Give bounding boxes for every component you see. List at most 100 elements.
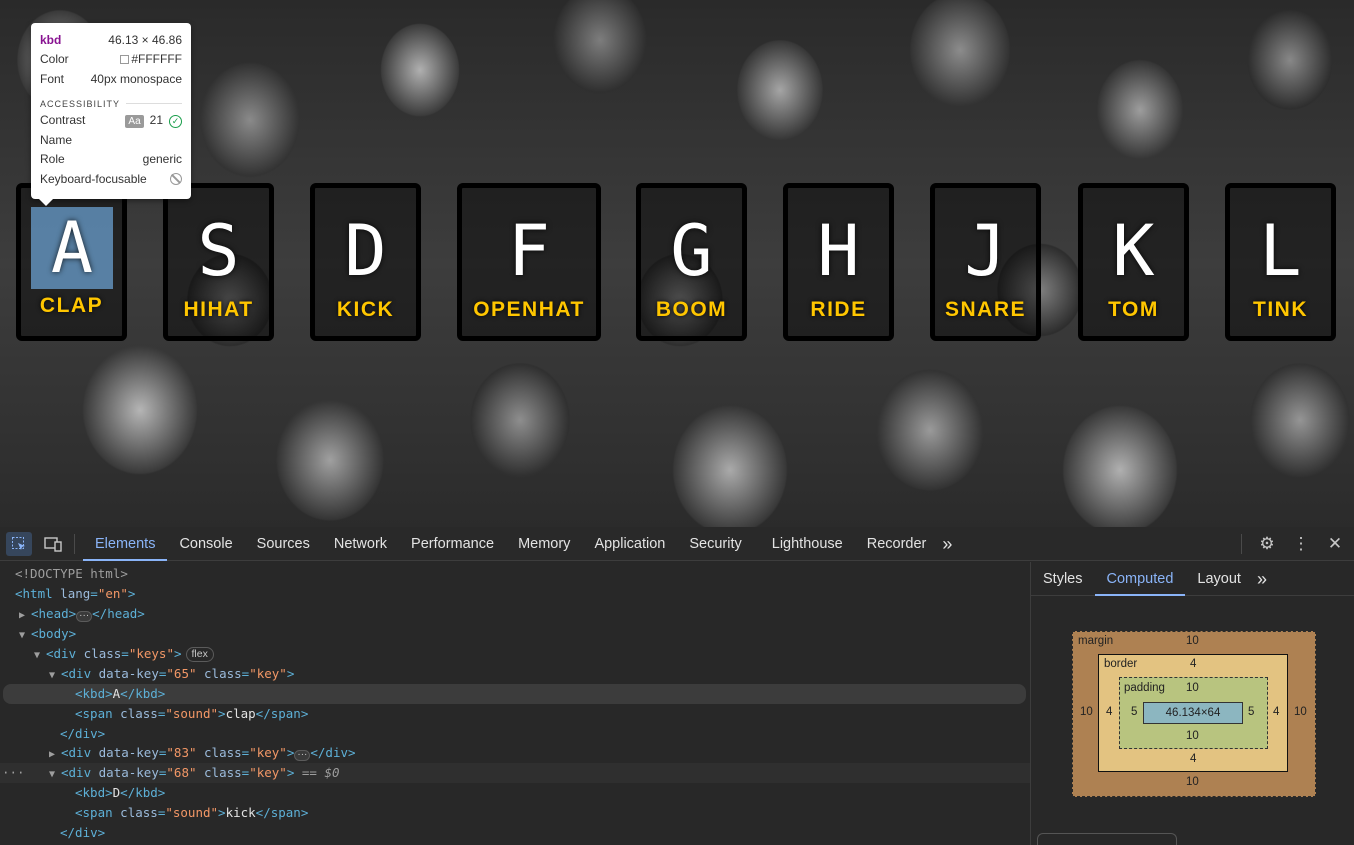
key-clap[interactable]: A clap [16, 183, 127, 341]
tag-text: </head> [92, 606, 145, 621]
attr-value: "en" [97, 586, 128, 601]
attr-name: lang [60, 586, 91, 601]
collapse-arrow-icon[interactable]: ▼ [19, 626, 31, 646]
tab-computed[interactable]: Computed [1094, 562, 1186, 596]
dom-line-div-close[interactable]: </div> [0, 823, 1030, 843]
tab-elements[interactable]: Elements [83, 527, 168, 561]
key-ride[interactable]: H ride [783, 183, 894, 341]
dom-line-span-kick[interactable]: <span class="sound">kick</span> [0, 803, 1030, 823]
close-icon[interactable]: ✕ [1322, 532, 1348, 556]
border-top-value[interactable]: 4 [1190, 658, 1196, 670]
tag-text: <body> [31, 626, 77, 641]
tab-recorder[interactable]: Recorder [855, 527, 939, 561]
tag-text: <div [61, 745, 92, 760]
dom-line-kbd-d[interactable]: <kbd>D</kbd> [0, 783, 1030, 803]
dom-line-doctype[interactable]: <!DOCTYPE html> [0, 564, 1030, 584]
tag-text: </div> [60, 726, 106, 741]
key-letter: F [507, 210, 551, 292]
padding-left-value[interactable]: 5 [1131, 706, 1137, 718]
dom-line-html[interactable]: <html lang="en"> [0, 584, 1030, 604]
dom-line-div-close[interactable]: </div> [0, 724, 1030, 744]
dom-line-body[interactable]: ▼ <body> [0, 624, 1030, 644]
dom-line-key-68-hovered[interactable]: ··· ▼ <div data-key="68" class="key"> == $… [0, 763, 1030, 783]
flex-badge[interactable]: flex [185, 647, 214, 662]
key-snare[interactable]: J snare [930, 183, 1041, 341]
tab-security[interactable]: Security [677, 527, 753, 561]
margin-top-value[interactable]: 10 [1186, 635, 1199, 647]
expand-arrow-icon[interactable]: ▶ [19, 606, 31, 626]
collapse-arrow-icon[interactable]: ▼ [49, 666, 61, 686]
attr-value: "key" [249, 765, 287, 780]
tag-text: <head> [31, 606, 77, 621]
margin-right-value[interactable]: 10 [1294, 706, 1307, 718]
attr-name: data-key [98, 765, 159, 780]
border-bottom-value[interactable]: 4 [1190, 753, 1196, 765]
ellipsis-badge[interactable]: ··· [294, 750, 311, 761]
tab-memory[interactable]: Memory [506, 527, 582, 561]
dom-line-span-clap[interactable]: <span class="sound">clap</span> [0, 704, 1030, 724]
key-tom[interactable]: K tom [1078, 183, 1189, 341]
toolbar-right: ⚙ ⋮ ✕ [1233, 527, 1354, 561]
key-kick[interactable]: D kick [310, 183, 421, 341]
tab-network[interactable]: Network [322, 527, 399, 561]
key-tink[interactable]: L tink [1225, 183, 1336, 341]
tab-application[interactable]: Application [582, 527, 677, 561]
attr-value: "65" [166, 666, 197, 681]
tooltip-role-value: generic [142, 152, 182, 167]
dom-line-keys[interactable]: ▼ <div class="keys"> flex [0, 644, 1030, 664]
attr-value: "key" [249, 666, 287, 681]
tab-styles[interactable]: Styles [1031, 562, 1095, 596]
tag-text: </kbd> [120, 785, 166, 800]
collapse-arrow-icon[interactable]: ▼ [49, 765, 61, 785]
key-sound: boom [655, 298, 728, 321]
tab-console[interactable]: Console [167, 527, 244, 561]
attr-value: "sound" [165, 805, 219, 820]
more-tabs-icon[interactable]: » [938, 527, 956, 561]
devtools-toolbar: Elements Console Sources Network Perform… [0, 527, 1354, 561]
padding-bottom-value[interactable]: 10 [1186, 730, 1199, 742]
key-letter: L [1259, 210, 1302, 292]
attr-value: "key" [249, 745, 287, 760]
tab-layout[interactable]: Layout [1185, 562, 1253, 596]
more-tabs-icon[interactable]: » [1253, 562, 1271, 596]
settings-gear-icon[interactable]: ⚙ [1254, 532, 1280, 556]
contrast-aa-badge: Aa [125, 114, 144, 128]
devtools-panel: Elements Console Sources Network Perform… [0, 527, 1354, 845]
tag-text: <html [15, 586, 53, 601]
key-openhat[interactable]: F openhat [457, 183, 601, 341]
tab-sources[interactable]: Sources [245, 527, 322, 561]
margin-bottom-value[interactable]: 10 [1186, 776, 1199, 788]
tab-performance[interactable]: Performance [399, 527, 506, 561]
tab-lighthouse[interactable]: Lighthouse [760, 527, 855, 561]
attr-name: data-key [98, 666, 159, 681]
key-hihat[interactable]: S hihat [163, 183, 274, 341]
kebab-menu-icon[interactable]: ⋮ [1288, 532, 1314, 556]
key-boom[interactable]: G boom [636, 183, 747, 341]
inspect-element-icon[interactable] [6, 531, 32, 556]
tag-text: <span [75, 706, 113, 721]
keys-container: A clap S hihat D kick F openhat G boom H… [0, 0, 1354, 527]
dom-line-key-83[interactable]: ▶ <div data-key="83" class="key"> ··· </div… [0, 743, 1030, 763]
padding-top-value[interactable]: 10 [1186, 682, 1199, 694]
gutter-dots-icon[interactable]: ··· [2, 763, 25, 783]
attr-name: class [83, 646, 122, 661]
margin-left-value[interactable]: 10 [1080, 706, 1093, 718]
padding-label: padding [1124, 682, 1165, 694]
border-left-value[interactable]: 4 [1106, 706, 1112, 718]
collapse-arrow-icon[interactable]: ▼ [34, 646, 46, 666]
dom-line-kbd-a-selected[interactable]: <kbd>A</kbd> [3, 684, 1026, 704]
key-sound: openhat [473, 298, 585, 321]
attr-name: class [204, 745, 242, 760]
border-right-value[interactable]: 4 [1273, 706, 1279, 718]
attr-value: "68" [166, 765, 197, 780]
box-content[interactable]: 46.134×64 [1143, 702, 1243, 724]
filter-input[interactable] [1037, 833, 1177, 845]
padding-right-value[interactable]: 5 [1248, 706, 1254, 718]
dom-line-key-65[interactable]: ▼ <div data-key="65" class="key"> [0, 664, 1030, 684]
dom-line-head[interactable]: ▶ <head> ··· </head> [0, 604, 1030, 624]
ellipsis-badge[interactable]: ··· [76, 611, 93, 622]
device-toolbar-icon[interactable] [40, 532, 66, 556]
attr-name: class [120, 805, 158, 820]
toolbar-divider [1241, 534, 1242, 554]
expand-arrow-icon[interactable]: ▶ [49, 745, 61, 765]
